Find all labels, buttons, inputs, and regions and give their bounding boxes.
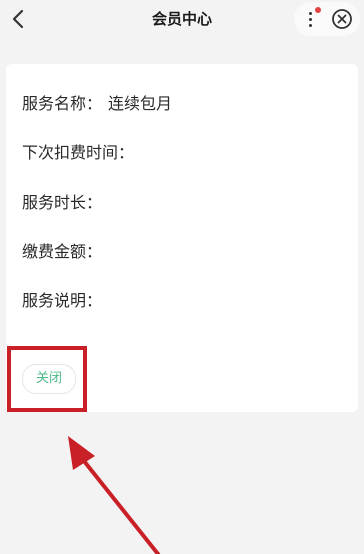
notification-badge bbox=[315, 7, 321, 13]
row-label: 下次扣费时间： bbox=[22, 143, 135, 162]
service-duration-row: 服务时长： bbox=[22, 189, 108, 213]
payment-amount-row: 缴费金额： bbox=[22, 238, 108, 262]
row-label: 服务说明： bbox=[22, 291, 103, 310]
next-charge-time-row: 下次扣费时间： bbox=[22, 139, 140, 163]
row-value: 连续包月 bbox=[108, 94, 173, 113]
navigation-bar: 会员中心 bbox=[0, 0, 364, 40]
close-mini-program-button[interactable] bbox=[330, 7, 354, 31]
row-label: 服务名称： bbox=[22, 94, 103, 113]
row-label: 缴费金额： bbox=[22, 242, 103, 261]
service-name-row: 服务名称： 连续包月 bbox=[22, 90, 172, 114]
capsule-menu bbox=[294, 2, 360, 36]
more-dot bbox=[309, 18, 312, 21]
close-subscription-button[interactable]: 关闭 bbox=[22, 364, 76, 394]
more-vertical-icon bbox=[309, 12, 312, 15]
service-detail-card: 服务名称： 连续包月 下次扣费时间： 服务时长： 缴费金额： 服务说明： 关闭 bbox=[6, 64, 358, 412]
row-label: 服务时长： bbox=[22, 193, 103, 212]
more-button[interactable] bbox=[298, 4, 324, 34]
close-circle-icon bbox=[332, 9, 352, 29]
more-dot bbox=[309, 24, 312, 27]
service-description-row: 服务说明： bbox=[22, 287, 108, 311]
